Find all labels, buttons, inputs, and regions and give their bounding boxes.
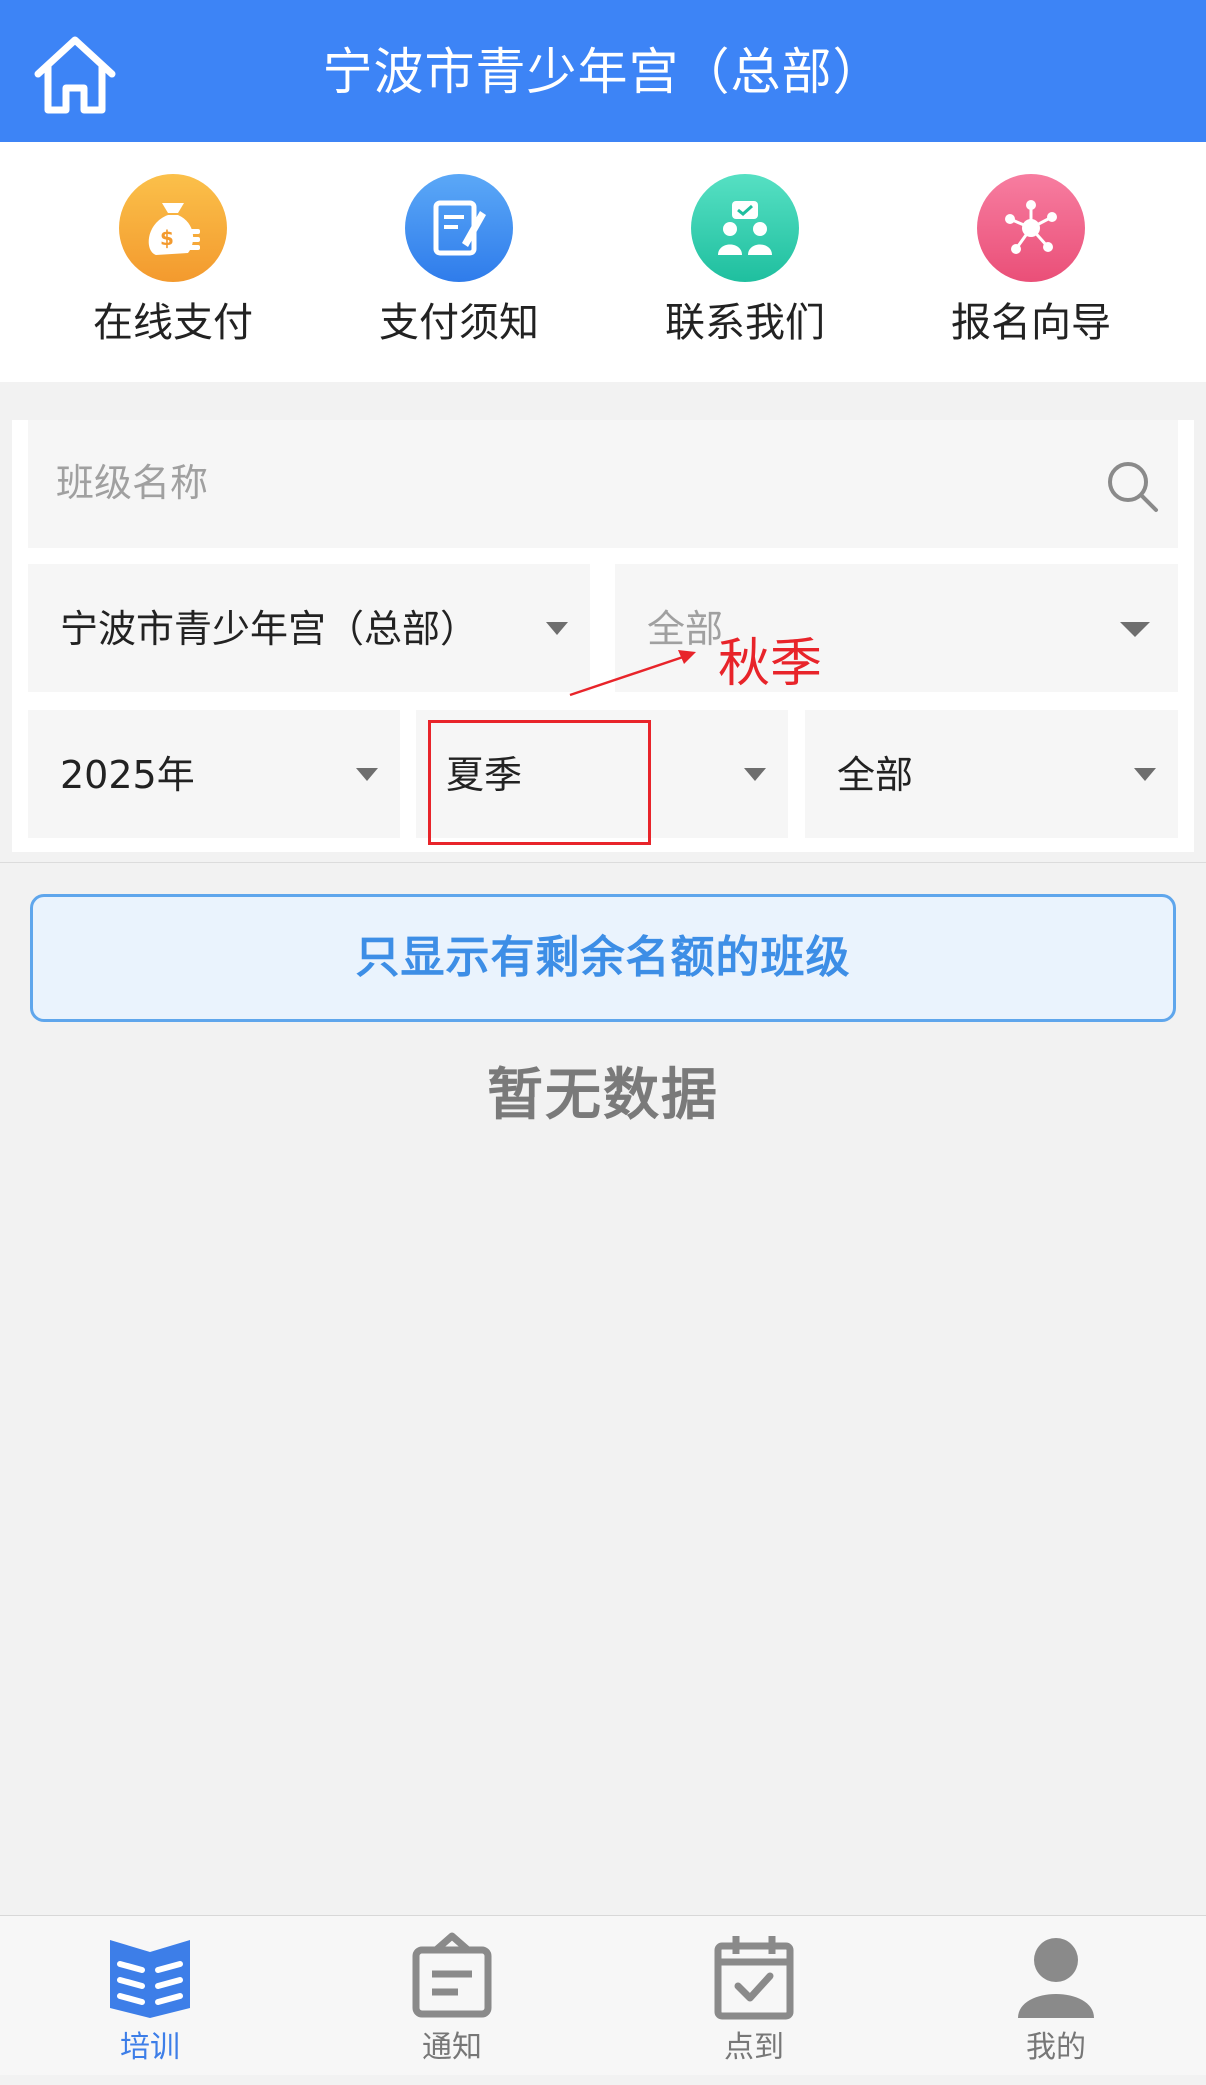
quick-item-enroll-guide[interactable]: 报名向导 xyxy=(888,174,1174,364)
chevron-down-icon xyxy=(546,622,568,635)
season-select-value: 夏季 xyxy=(446,753,523,797)
quick-item-contact-us[interactable]: 联系我们 xyxy=(602,174,888,364)
quick-item-label: 联系我们 xyxy=(665,300,825,346)
tab-profile[interactable]: 我的 xyxy=(906,1930,1206,2070)
tab-label: 我的 xyxy=(1026,2030,1086,2065)
annotation-text: 秋季 xyxy=(718,634,823,694)
search-icon[interactable] xyxy=(1104,458,1160,514)
tab-label: 培训 xyxy=(120,2030,180,2065)
annotation-arrow-icon xyxy=(569,650,696,697)
contact-people-icon xyxy=(691,174,799,282)
only-remaining-button[interactable]: 只显示有剩余名额的班级 xyxy=(30,894,1176,1022)
network-nodes-icon xyxy=(977,174,1085,282)
divider xyxy=(0,862,1206,863)
user-icon xyxy=(1018,1938,1094,2018)
class-name-search-input[interactable]: 班级名称 xyxy=(28,420,1178,548)
year-select[interactable]: 2025年 xyxy=(28,710,400,838)
header-bar: 宁波市青少年宫（总部） xyxy=(0,0,1206,142)
season-select[interactable]: 夏季 xyxy=(416,710,788,838)
chevron-down-icon xyxy=(1120,622,1150,637)
book-icon xyxy=(110,1940,190,2018)
filter-panel: 班级名称 宁波市青少年宫（总部） 全部 2025年 夏季 全部 xyxy=(12,420,1194,852)
tab-notice[interactable]: 通知 xyxy=(302,1930,602,2070)
bottom-tab-bar: 培训 通知 点到 我的 xyxy=(0,1915,1206,2075)
tab-check-in[interactable]: 点到 xyxy=(604,1930,904,2070)
page: 宁波市青少年宫（总部） $ 在线支付 支付须知 联系我们 报名向导 班级名称 宁… xyxy=(0,0,1206,2085)
calendar-check-icon xyxy=(714,1936,794,2020)
tab-label: 通知 xyxy=(422,2030,482,2065)
search-placeholder: 班级名称 xyxy=(56,461,209,505)
level-select[interactable]: 全部 xyxy=(805,710,1178,838)
quick-menu: $ 在线支付 支付须知 联系我们 报名向导 xyxy=(0,142,1206,382)
empty-state-text: 暂无数据 xyxy=(487,1063,719,1128)
tab-label: 点到 xyxy=(724,2030,784,2065)
quick-item-payment-notice[interactable]: 支付须知 xyxy=(316,174,602,364)
chevron-down-icon xyxy=(1134,768,1156,781)
svg-text:$: $ xyxy=(160,226,174,250)
chevron-down-icon xyxy=(744,768,766,781)
notice-icon xyxy=(412,1932,492,2018)
quick-item-online-pay[interactable]: $ 在线支付 xyxy=(30,174,316,364)
money-bag-icon: $ xyxy=(119,174,227,282)
campus-select-value: 宁波市青少年宫（总部） xyxy=(60,607,479,651)
chevron-down-icon xyxy=(356,768,378,781)
quick-item-label: 报名向导 xyxy=(951,300,1111,346)
quick-item-label: 在线支付 xyxy=(93,300,253,346)
year-select-value: 2025年 xyxy=(60,753,195,797)
level-select-value: 全部 xyxy=(837,753,914,797)
quick-item-label: 支付须知 xyxy=(379,300,539,346)
tab-training[interactable]: 培训 xyxy=(0,1930,300,2070)
campus-select[interactable]: 宁波市青少年宫（总部） xyxy=(28,564,590,692)
page-title: 宁波市青少年宫（总部） xyxy=(322,43,884,101)
document-edit-icon xyxy=(405,174,513,282)
